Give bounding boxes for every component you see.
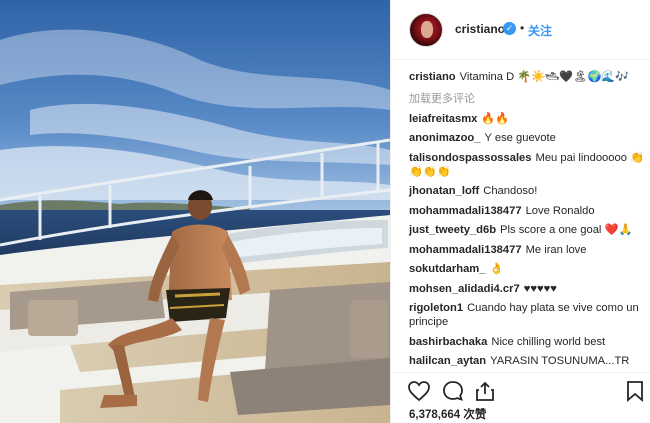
- caption-username[interactable]: cristiano: [409, 71, 456, 83]
- comments-list: cristiano Vitamina D 🌴☀️🛥🖤🏝🌍🌊🎶 加载更多评论 lei…: [409, 70, 645, 374]
- comment-text: Pls score a one goal ❤️🙏: [500, 224, 633, 236]
- comment-row: talisondospassossales Meu pai lindooooo 👏…: [409, 151, 645, 179]
- bookmark-icon: [627, 381, 643, 402]
- comment-row: mohammadali138477 Love Ronaldo: [409, 204, 645, 218]
- heart-icon: [408, 381, 430, 402]
- comment-username[interactable]: rigoleton1: [409, 302, 463, 314]
- comment-username[interactable]: sokutdarham_: [409, 263, 485, 275]
- load-more-comments-link[interactable]: 加载更多评论: [409, 90, 645, 106]
- comment-text: Nice chilling world best: [491, 335, 606, 348]
- comment-row: mohsen_alidadi4.cr7 ♥♥♥♥♥: [409, 282, 645, 296]
- comment-icon: [443, 381, 463, 401]
- comment-row: halilcan_aytan YARASIN TOSUNUMA...TR: [409, 354, 645, 368]
- comment-username[interactable]: jhonatan_loff: [409, 185, 479, 197]
- comment-row: bashirbachaka Nice chilling world best: [409, 335, 645, 349]
- caption: cristiano Vitamina D 🌴☀️🛥🖤🏝🌍🌊🎶: [409, 70, 645, 84]
- comment-username[interactable]: just_tweety_d6b: [409, 224, 496, 236]
- comment-username[interactable]: halilcan_aytan: [409, 355, 486, 367]
- comment-text: Love Ronaldo: [525, 204, 595, 217]
- comment-row: sokutdarham_ 👌: [409, 262, 645, 276]
- comment-row: jhonatan_loff Chandoso!: [409, 184, 645, 198]
- comment-text: Chandoso!: [483, 185, 538, 197]
- separator-dot: •: [520, 21, 525, 35]
- author-username[interactable]: cristiano: [455, 22, 505, 36]
- comment-row: leiafreitasmx 🔥🔥: [409, 112, 645, 126]
- comment-username[interactable]: mohsen_alidadi4.cr7: [409, 283, 520, 295]
- comment-text: YARASIN TOSUNUMA...TR: [490, 355, 630, 367]
- comment-username[interactable]: talisondospassossales: [409, 152, 532, 164]
- comment-text: 🔥🔥: [481, 112, 510, 125]
- share-button[interactable]: [473, 379, 497, 403]
- post-header: cristiano ✓ • 关注: [391, 0, 650, 60]
- post-photo[interactable]: [0, 0, 390, 423]
- comment-text: 👌: [489, 263, 504, 275]
- comment-text: ♥♥♥♥♥: [523, 282, 557, 295]
- like-button[interactable]: [407, 379, 431, 403]
- comment-username[interactable]: leiafreitasmx: [409, 113, 477, 125]
- comment-row: rigoleton1 Cuando hay plata se vive como …: [409, 301, 645, 329]
- comment-username[interactable]: mohammadali138477: [409, 244, 522, 256]
- comment-row: anonimazoo_ Y ese guevote: [409, 131, 645, 145]
- share-icon: [476, 381, 494, 401]
- comment-username[interactable]: mohammadali138477: [409, 205, 522, 217]
- comment-button[interactable]: [441, 379, 465, 403]
- post-side-panel: cristiano ✓ • 关注 cristiano Vitamina D 🌴☀️…: [390, 0, 650, 423]
- comment-row: just_tweety_d6b Pls score a one goal ❤️🙏: [409, 223, 645, 237]
- comment-username[interactable]: anonimazoo_: [409, 132, 480, 144]
- comment-username[interactable]: bashirbachaka: [409, 336, 487, 348]
- comment-row: mohammadali138477 Me iran love: [409, 243, 645, 257]
- verified-icon: ✓: [503, 22, 516, 35]
- avatar[interactable]: [409, 13, 443, 47]
- likes-count[interactable]: 6,378,664 次赞: [409, 406, 486, 422]
- post-actions-bar: 6,378,664 次赞: [391, 372, 650, 423]
- post-photo-image: [0, 29, 390, 423]
- comment-text: Me iran love: [525, 243, 587, 256]
- comment-text: Y ese guevote: [484, 132, 556, 144]
- caption-text: Vitamina D 🌴☀️🛥🖤🏝🌍🌊🎶: [459, 71, 630, 83]
- save-button[interactable]: [623, 379, 647, 403]
- follow-button[interactable]: 关注: [528, 22, 552, 39]
